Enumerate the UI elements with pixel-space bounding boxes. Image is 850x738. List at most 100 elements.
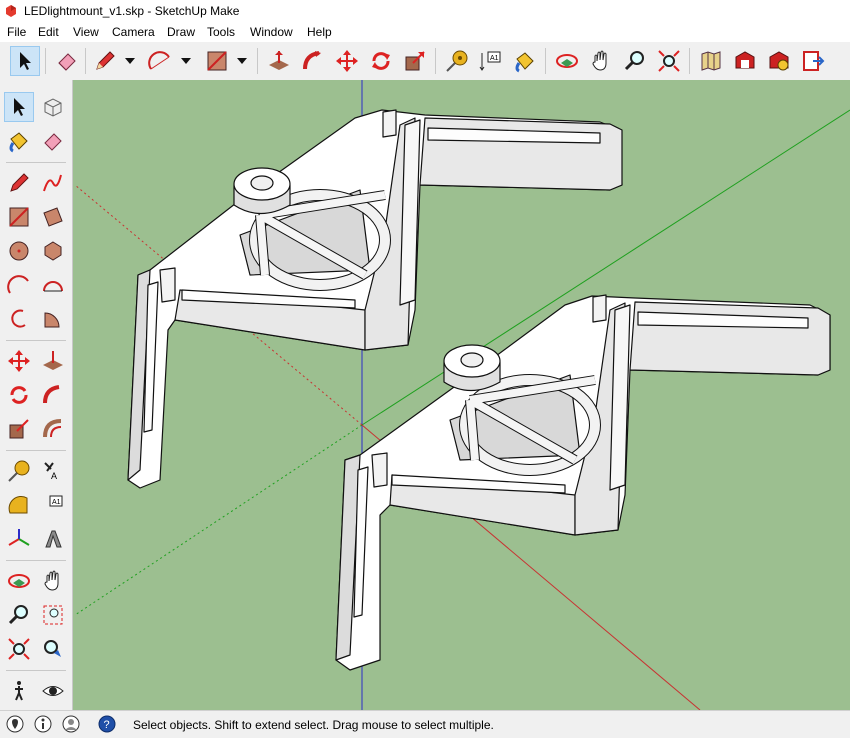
led-mount-2[interactable] — [335, 294, 831, 671]
eye-icon — [42, 686, 64, 696]
zoom-window-tool-button[interactable] — [38, 600, 68, 630]
geo-location-icon[interactable] — [6, 715, 24, 733]
orbit-icon — [556, 54, 578, 68]
dimension-icon: A1 — [479, 51, 501, 71]
zoom-extents-icon — [658, 50, 680, 72]
orbit-tool-button[interactable] — [4, 566, 34, 596]
follow-me-tool-button[interactable] — [298, 46, 328, 76]
pie-tool-button[interactable] — [38, 304, 68, 334]
walk-tool-button[interactable] — [4, 676, 34, 706]
menu-file[interactable]: File — [7, 25, 26, 39]
toolbar-separator — [6, 450, 66, 451]
zoom-extents-tool-button[interactable] — [4, 634, 34, 664]
rectangle-tool-button[interactable] — [202, 46, 232, 76]
push-pull-icon — [43, 351, 63, 370]
eraser-tool-button[interactable] — [52, 46, 82, 76]
menu-draw[interactable]: Draw — [167, 25, 195, 39]
tape-measure-icon — [8, 460, 30, 482]
select-tool-button[interactable] — [4, 92, 34, 122]
move-tool-button[interactable] — [332, 46, 362, 76]
zoom-extents-icon — [8, 638, 30, 660]
paint-bucket-tool-button[interactable] — [510, 46, 540, 76]
make-component-button[interactable] — [38, 92, 68, 122]
polygon-icon — [44, 241, 62, 261]
circle-icon — [9, 241, 29, 261]
paint-bucket-icon — [515, 52, 534, 73]
help-icon[interactable]: ? — [98, 715, 116, 733]
svg-text:?: ? — [104, 719, 110, 731]
window-title: LEDlightmount_v1.skp - SketchUp Make — [24, 4, 240, 18]
scale-tool-button[interactable] — [400, 46, 430, 76]
svg-text:A1: A1 — [52, 499, 61, 506]
look-around-tool-button[interactable] — [38, 676, 68, 706]
freehand-tool-button[interactable] — [38, 168, 68, 198]
zoom-tool-button[interactable] — [620, 46, 650, 76]
orbit-icon — [8, 574, 30, 588]
protractor-tool-button[interactable] — [4, 490, 34, 520]
user-account-icon[interactable] — [62, 715, 80, 733]
pencil-icon — [10, 173, 29, 192]
axes-tool-button[interactable] — [4, 524, 34, 554]
text-tool-button[interactable]: A — [38, 456, 68, 486]
rotated-rectangle-icon — [43, 207, 63, 227]
pan-tool-button[interactable] — [586, 46, 616, 76]
zoom-tool-button[interactable] — [4, 600, 34, 630]
previous-view-button[interactable] — [38, 634, 68, 664]
chevron-down-icon[interactable] — [124, 55, 136, 67]
select-arrow-icon — [20, 52, 31, 70]
push-pull-icon — [269, 51, 289, 70]
push-pull-tool-button[interactable] — [264, 46, 294, 76]
menu-view[interactable]: View — [73, 25, 99, 39]
3d-viewport[interactable] — [73, 80, 850, 710]
rotate-tool-button[interactable] — [366, 46, 396, 76]
rectangle-icon — [207, 51, 227, 71]
circle-tool-button[interactable] — [4, 236, 34, 266]
map-icon — [701, 51, 721, 71]
follow-me-tool-button[interactable] — [38, 380, 68, 410]
move-tool-button[interactable] — [4, 346, 34, 376]
rotate-icon — [10, 386, 28, 404]
rotated-rectangle-tool-button[interactable] — [38, 202, 68, 232]
pan-tool-button[interactable] — [38, 566, 68, 596]
eraser-tool-button[interactable] — [38, 126, 68, 156]
tape-measure-tool-button[interactable] — [442, 46, 472, 76]
line-tool-button[interactable] — [90, 46, 120, 76]
arc-tool-button[interactable] — [4, 270, 34, 300]
menu-window[interactable]: Window — [250, 25, 293, 39]
2-point-arc-tool-button[interactable] — [38, 270, 68, 300]
polygon-tool-button[interactable] — [38, 236, 68, 266]
extension-warehouse-button[interactable] — [764, 46, 794, 76]
send-to-layout-button[interactable] — [798, 46, 828, 76]
orbit-tool-button[interactable] — [552, 46, 582, 76]
push-pull-tool-button[interactable] — [38, 346, 68, 376]
scale-tool-button[interactable] — [4, 414, 34, 444]
chevron-down-icon[interactable] — [180, 55, 192, 67]
dimension-tool-button[interactable]: A1 — [38, 490, 68, 520]
rotate-tool-button[interactable] — [4, 380, 34, 410]
line-tool-button[interactable] — [4, 168, 34, 198]
add-location-button[interactable] — [696, 46, 726, 76]
move-icon — [8, 350, 30, 372]
chevron-down-icon[interactable] — [236, 55, 248, 67]
menu-tools[interactable]: Tools — [207, 25, 235, 39]
3-point-arc-tool-button[interactable] — [4, 304, 34, 334]
credits-info-icon[interactable] — [34, 715, 52, 733]
dimension-tool-button[interactable]: A1 — [476, 46, 506, 76]
menu-help[interactable]: Help — [307, 25, 332, 39]
menu-camera[interactable]: Camera — [112, 25, 155, 39]
menu-edit[interactable]: Edit — [38, 25, 59, 39]
rectangle-tool-button[interactable] — [4, 202, 34, 232]
offset-tool-button[interactable] — [38, 414, 68, 444]
svg-text:A: A — [51, 471, 57, 481]
arc-tool-button[interactable] — [145, 46, 175, 76]
zoom-extents-tool-button[interactable] — [654, 46, 684, 76]
3d-text-tool-button[interactable] — [38, 524, 68, 554]
tape-measure-tool-button[interactable] — [4, 456, 34, 486]
3d-warehouse-button[interactable] — [730, 46, 760, 76]
toolbar-separator — [6, 162, 66, 163]
svg-text:A1: A1 — [490, 55, 499, 62]
select-tool-button[interactable] — [10, 46, 40, 76]
protractor-icon — [8, 495, 28, 514]
model-canvas — [74, 80, 850, 710]
paint-bucket-tool-button[interactable] — [4, 126, 34, 156]
